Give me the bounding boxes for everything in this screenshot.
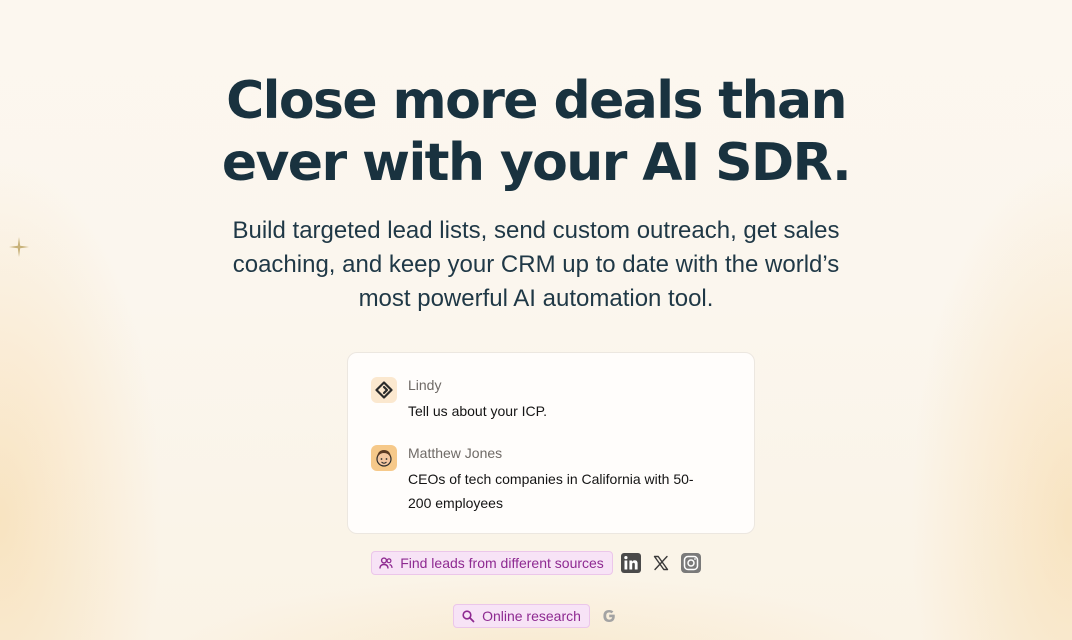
linkedin-icon[interactable] bbox=[620, 553, 641, 573]
lead-sources-row: Find leads from different sources bbox=[0, 551, 1072, 575]
chat-message-text: CEOs of tech companies in California wit… bbox=[408, 471, 694, 511]
lindy-logo-icon bbox=[371, 377, 397, 403]
chat-message-user: Matthew Jones CEOs of tech companies in … bbox=[371, 443, 732, 515]
online-research-row: Online research bbox=[0, 604, 1072, 628]
find-leads-label: Find leads from different sources bbox=[400, 555, 604, 571]
find-leads-tag[interactable]: Find leads from different sources bbox=[371, 551, 613, 575]
google-icon[interactable] bbox=[599, 606, 619, 626]
headline-line-1: Close more deals than bbox=[226, 71, 847, 131]
hero-subheadline: Build targeted lead lists, send custom o… bbox=[232, 217, 840, 312]
user-avatar bbox=[371, 445, 397, 471]
chat-message-text: Tell us about your ICP. bbox=[408, 403, 548, 419]
search-icon bbox=[461, 609, 475, 623]
online-research-tag[interactable]: Online research bbox=[453, 604, 590, 628]
chat-sender-name: Matthew Jones bbox=[408, 445, 503, 461]
chat-card: Lindy Tell us about your ICP. Matthew Jo… bbox=[347, 352, 755, 534]
instagram-icon[interactable] bbox=[680, 553, 701, 573]
chat-message-lindy: Lindy Tell us about your ICP. bbox=[371, 375, 732, 423]
headline-line-2: ever with your AI SDR. bbox=[221, 133, 852, 193]
hero-headline: Close more deals than ever with your AI … bbox=[186, 70, 886, 194]
chat-sender-name: Lindy bbox=[408, 377, 442, 393]
online-research-label: Online research bbox=[482, 608, 581, 624]
users-icon bbox=[379, 556, 393, 570]
hero-section: Close more deals than ever with your AI … bbox=[0, 70, 1072, 316]
x-icon[interactable] bbox=[651, 553, 671, 573]
